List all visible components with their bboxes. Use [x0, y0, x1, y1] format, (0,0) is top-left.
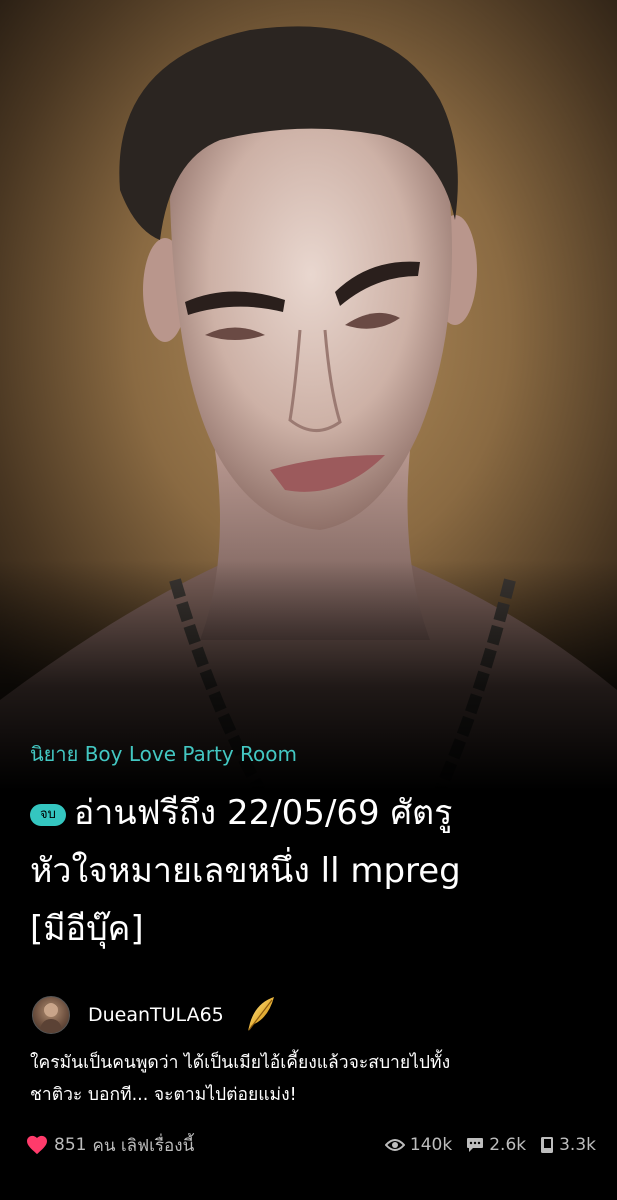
comment-icon [467, 1138, 484, 1152]
eye-icon [384, 1139, 405, 1151]
title-line-2: หัวใจหมายเลขหนึ่ง ll mpreg [30, 851, 461, 891]
author-avatar[interactable] [32, 996, 70, 1034]
cover-image[interactable] [0, 0, 617, 790]
synopsis-line-1: ใครมันเป็นคนพูดว่า ได้เป็นเมียไอ้เคี้ยงแ… [30, 1053, 451, 1073]
heart-icon [27, 1135, 47, 1155]
author-name[interactable]: DueanTULA65 [88, 1004, 224, 1026]
chapters-count: 3.3k [559, 1135, 596, 1155]
views-count: 140k [409, 1135, 453, 1155]
author-row[interactable]: DueanTULA65 [32, 995, 278, 1035]
stats-bar: 851 คน เลิฟเรื่องนี้ 140k 2.6k 3.3k [26, 1130, 596, 1160]
love-label: คน เลิฟเรื่องนี้ [92, 1135, 195, 1156]
synopsis-text: ใครมันเป็นคนพูดว่า ได้เป็นเมียไอ้เคี้ยงแ… [30, 1047, 600, 1111]
title-line-1: อ่านฟรีถึง 22/05/69 ศัตรู [73, 793, 453, 833]
comments-count: 2.6k [489, 1135, 527, 1155]
completed-badge: จบ [30, 804, 66, 826]
title-line-3: [มีอีบุ๊ค] [30, 909, 144, 949]
chapters-stat: 3.3k [540, 1135, 596, 1155]
category-label[interactable]: นิยาย Boy Love Party Room [30, 738, 297, 770]
love-button[interactable]: 851 คน เลิฟเรื่องนี้ [26, 1132, 194, 1159]
love-count: 851 [54, 1135, 87, 1155]
views-stat: 140k [384, 1135, 453, 1155]
quill-feather-icon [247, 997, 274, 1031]
comments-stat: 2.6k [466, 1135, 526, 1155]
book-icon [541, 1137, 554, 1153]
story-title[interactable]: จบ อ่านฟรีถึง 22/05/69 ศัตรู หัวใจหมายเลข… [30, 784, 600, 958]
avatar-icon [39, 1003, 63, 1033]
synopsis-line-2: ชาติวะ บอกที... จะตามไปต่อยแม่ง! [30, 1085, 297, 1105]
